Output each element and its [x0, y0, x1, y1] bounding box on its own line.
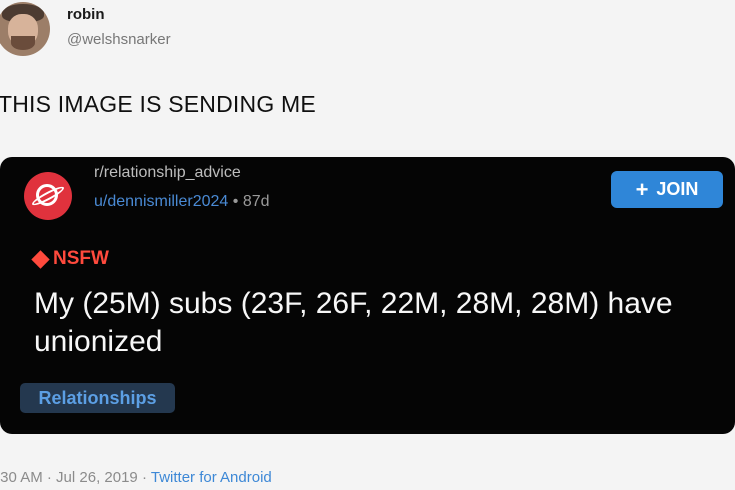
join-button[interactable]: + JOIN	[611, 171, 723, 208]
reddit-post-card[interactable]: r/relationship_advice u/dennismiller2024…	[0, 157, 735, 434]
tweet-date: Jul 26, 2019	[56, 469, 138, 486]
join-label: JOIN	[656, 179, 699, 199]
tweet-footer: :30 AM · Jul 26, 2019 · Twitter for Andr…	[0, 469, 272, 486]
post-title[interactable]: My (25M) subs (23F, 26F, 22M, 28M, 28M) …	[34, 285, 724, 361]
footer-dot: ·	[46, 469, 57, 486]
post-age: 87d	[242, 193, 270, 210]
subreddit-icon	[24, 172, 72, 220]
user-name[interactable]: robin	[67, 6, 105, 23]
user-avatar[interactable]	[0, 2, 50, 56]
tweet-source[interactable]: Twitter for Android	[151, 469, 272, 486]
nsfw-diamond-icon	[31, 249, 50, 269]
tweet-time: :30 AM	[0, 469, 43, 486]
avatar-beard	[11, 36, 35, 50]
plus-icon: +	[635, 176, 649, 202]
tweet-text: THIS IMAGE IS SENDING ME	[0, 91, 316, 117]
subreddit-name[interactable]: r/relationship_advice	[94, 164, 241, 182]
meta-separator: •	[232, 193, 243, 210]
post-flair[interactable]: Relationships	[20, 383, 175, 413]
post-author[interactable]: u/dennismiller2024	[94, 193, 228, 210]
post-meta: u/dennismiller2024 • 87d	[94, 193, 270, 211]
nsfw-label: NSFW	[53, 248, 109, 269]
user-handle[interactable]: @welshsnarker	[67, 31, 171, 48]
footer-dot: ·	[141, 469, 151, 486]
tweet-header: robin @welshsnarker	[0, 0, 735, 70]
nsfw-badge: NSFW	[31, 246, 109, 272]
